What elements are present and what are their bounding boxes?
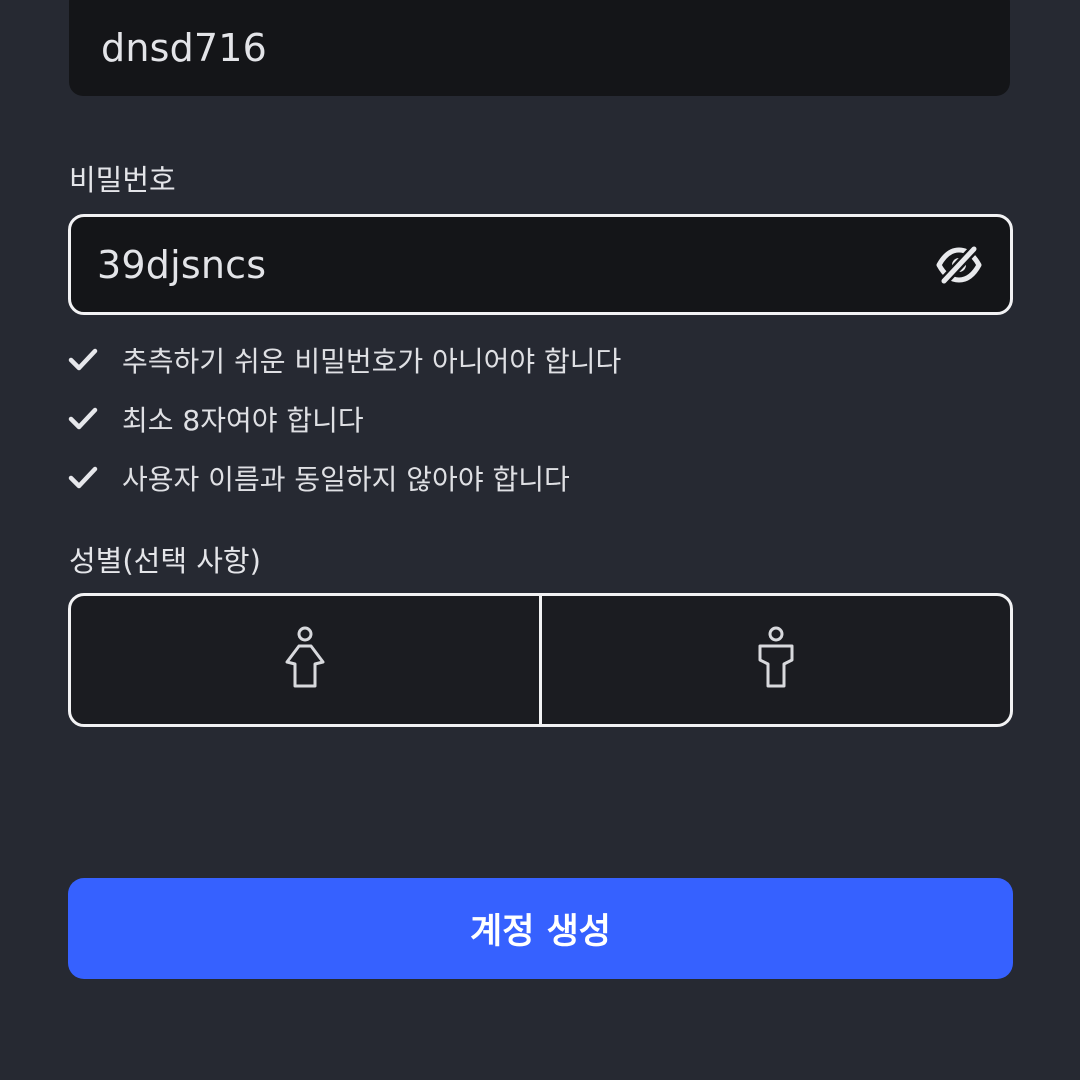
male-icon <box>756 626 796 694</box>
check-icon <box>68 404 98 434</box>
username-value: dnsd716 <box>101 26 268 70</box>
password-field[interactable]: 39djsncs <box>68 214 1013 315</box>
rule-item: 추측하기 쉬운 비밀번호가 아니어야 합니다 <box>68 330 621 389</box>
create-account-button[interactable]: 계정 생성 <box>68 878 1013 979</box>
rule-text: 사용자 이름과 동일하지 않아야 합니다 <box>122 462 570 496</box>
password-label: 비밀번호 <box>69 163 176 197</box>
eye-off-icon[interactable] <box>934 240 984 290</box>
gender-selector <box>68 593 1013 727</box>
rule-text: 추측하기 쉬운 비밀번호가 아니어야 합니다 <box>122 344 622 378</box>
gender-label: 성별(선택 사항) <box>69 544 261 578</box>
rule-text: 최소 8자여야 합니다 <box>122 403 364 437</box>
gender-option-male[interactable] <box>542 596 1010 724</box>
check-icon <box>68 345 98 375</box>
rule-item: 사용자 이름과 동일하지 않아야 합니다 <box>68 448 621 507</box>
username-field[interactable]: dnsd716 <box>69 0 1010 96</box>
rule-item: 최소 8자여야 합니다 <box>68 389 621 448</box>
password-value: 39djsncs <box>97 242 267 287</box>
check-icon <box>68 463 98 493</box>
password-rules: 추측하기 쉬운 비밀번호가 아니어야 합니다 최소 8자여야 합니다 사용자 이… <box>68 330 621 507</box>
gender-option-female[interactable] <box>71 596 539 724</box>
female-icon <box>283 626 327 694</box>
